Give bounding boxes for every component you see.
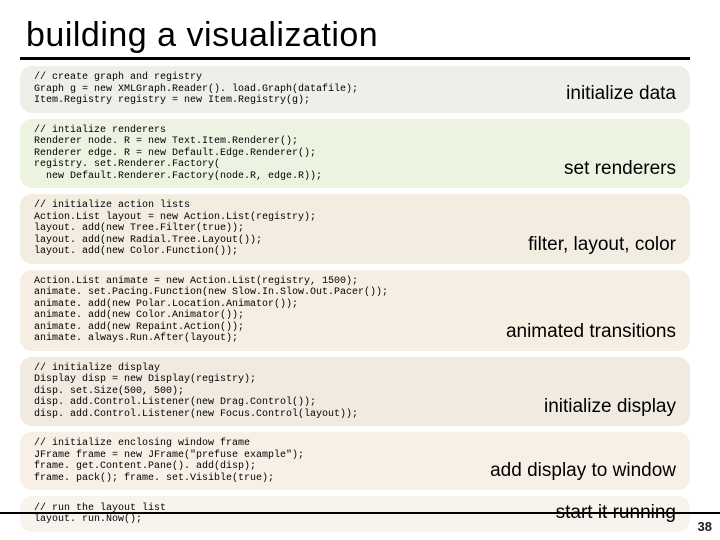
- page-number: 38: [698, 519, 712, 534]
- block-label: filter, layout, color: [520, 234, 676, 258]
- code-block: // initialize display Display disp = new…: [20, 357, 690, 427]
- code-snippet: // intialize renderers Renderer node. R …: [34, 125, 556, 183]
- block-label: initialize display: [536, 396, 676, 420]
- slide: building a visualization // create graph…: [0, 0, 720, 540]
- block-label: animated transitions: [498, 321, 676, 345]
- code-snippet: Action.List animate = new Action.List(re…: [34, 276, 498, 345]
- code-block: // initialize action lists Action.List l…: [20, 194, 690, 264]
- code-block: // run the layout list layout. run.Now()…: [20, 496, 690, 532]
- code-snippet: // initialize enclosing window frame JFr…: [34, 438, 482, 484]
- block-label: add display to window: [482, 460, 676, 484]
- code-blocks: // create graph and registry Graph g = n…: [20, 66, 690, 532]
- slide-title: building a visualization: [26, 16, 700, 55]
- code-block: // create graph and registry Graph g = n…: [20, 66, 690, 113]
- code-snippet: // create graph and registry Graph g = n…: [34, 72, 558, 107]
- code-block: // intialize renderers Renderer node. R …: [20, 119, 690, 189]
- block-label: set renderers: [556, 158, 676, 182]
- code-snippet: // initialize action lists Action.List l…: [34, 200, 520, 258]
- code-block: Action.List animate = new Action.List(re…: [20, 270, 690, 351]
- footer-line: [0, 512, 720, 514]
- block-label: start it running: [548, 502, 676, 526]
- code-block: // initialize enclosing window frame JFr…: [20, 432, 690, 490]
- code-snippet: // run the layout list layout. run.Now()…: [34, 503, 548, 526]
- code-snippet: // initialize display Display disp = new…: [34, 363, 536, 421]
- title-underline: [20, 57, 690, 60]
- block-label: initialize data: [558, 83, 676, 107]
